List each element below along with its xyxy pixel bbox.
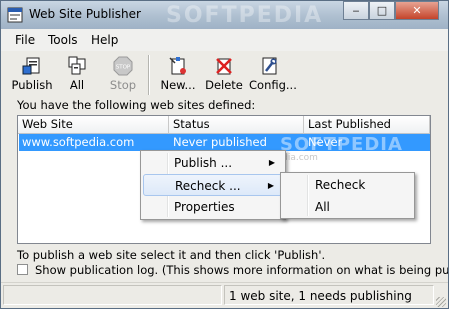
- stop-icon: STOP: [113, 56, 133, 76]
- context-item-publish[interactable]: Publish ... ▶: [143, 152, 283, 174]
- cell-status: Never published: [173, 135, 267, 149]
- recheck-submenu: Recheck All: [280, 172, 415, 219]
- maximize-button[interactable]: □: [369, 1, 395, 20]
- context-menu: Publish ... ▶ Recheck ... ▶ Properties: [140, 150, 286, 220]
- publish-icon: [22, 57, 40, 75]
- app-icon: [7, 7, 23, 23]
- column-header-last-published[interactable]: Last Published: [304, 116, 430, 134]
- submenu-item-recheck[interactable]: Recheck: [283, 174, 412, 196]
- submenu-item-all[interactable]: All: [283, 196, 412, 218]
- submenu-item-all-label: All: [315, 200, 330, 214]
- stop-button[interactable]: STOP Stop: [105, 54, 141, 96]
- delete-label: Delete: [205, 78, 243, 92]
- intro-text: You have the following web sites defined…: [17, 98, 256, 112]
- context-item-publish-label: Publish ...: [174, 156, 233, 170]
- menu-tools[interactable]: Tools: [48, 33, 78, 47]
- publication-log-label: Show publication log. (This shows more i…: [35, 263, 449, 277]
- submenu-item-recheck-label: Recheck: [315, 178, 366, 192]
- context-item-properties-label: Properties: [174, 200, 235, 214]
- submenu-arrow-icon: ▶: [267, 181, 274, 190]
- list-watermark: SOFTPEDIA: [280, 134, 403, 155]
- context-item-recheck[interactable]: Recheck ... ▶: [143, 174, 283, 196]
- publish-all-button[interactable]: All: [61, 54, 93, 96]
- column-header-status[interactable]: Status: [169, 116, 304, 134]
- toolbar: Publish All STOP Stop New... Delete Conf…: [1, 51, 448, 97]
- status-bar: 1 web site, 1 needs publishing: [1, 282, 448, 308]
- all-label: All: [69, 78, 85, 92]
- watermark: SOFTPEDIA: [166, 3, 324, 28]
- delete-button[interactable]: Delete: [205, 54, 243, 96]
- publish-label: Publish: [11, 78, 53, 92]
- menu-help[interactable]: Help: [91, 33, 118, 47]
- publish-button[interactable]: Publish: [11, 54, 53, 96]
- title-bar[interactable]: Web Site Publisher SOFTPEDIA ‒ □ ✕: [1, 1, 448, 29]
- delete-icon: [216, 58, 232, 75]
- publish-all-icon: [68, 56, 86, 75]
- svg-text:STOP: STOP: [116, 65, 131, 71]
- menu-file[interactable]: File: [15, 33, 35, 47]
- toolbar-separator: [148, 55, 150, 95]
- submenu-arrow-icon: ▶: [268, 158, 275, 167]
- publication-log-checkbox[interactable]: [17, 264, 28, 275]
- status-text: 1 web site, 1 needs publishing: [229, 289, 412, 303]
- status-pane-left: [3, 285, 222, 305]
- resize-grip[interactable]: [436, 297, 446, 307]
- new-button[interactable]: New...: [159, 54, 197, 96]
- new-icon: [169, 57, 186, 75]
- config-label: Config...: [249, 78, 297, 92]
- cell-web-site: www.softpedia.com: [22, 135, 135, 149]
- hint-text: To publish a web site select it and then…: [17, 248, 326, 262]
- context-item-properties[interactable]: Properties: [143, 196, 283, 218]
- stop-label: Stop: [109, 78, 137, 92]
- menu-bar: File Tools Help: [1, 29, 448, 51]
- window-title: Web Site Publisher: [29, 7, 141, 21]
- context-item-recheck-label: Recheck ...: [175, 179, 241, 193]
- close-button[interactable]: ✕: [395, 1, 439, 20]
- column-header-web-site[interactable]: Web Site: [18, 116, 169, 134]
- config-button[interactable]: Config...: [249, 54, 297, 96]
- app-window: Web Site Publisher SOFTPEDIA ‒ □ ✕ File …: [0, 0, 449, 309]
- new-label: New...: [160, 78, 196, 92]
- minimize-button[interactable]: ‒: [343, 1, 369, 20]
- wrench-icon: [262, 57, 277, 75]
